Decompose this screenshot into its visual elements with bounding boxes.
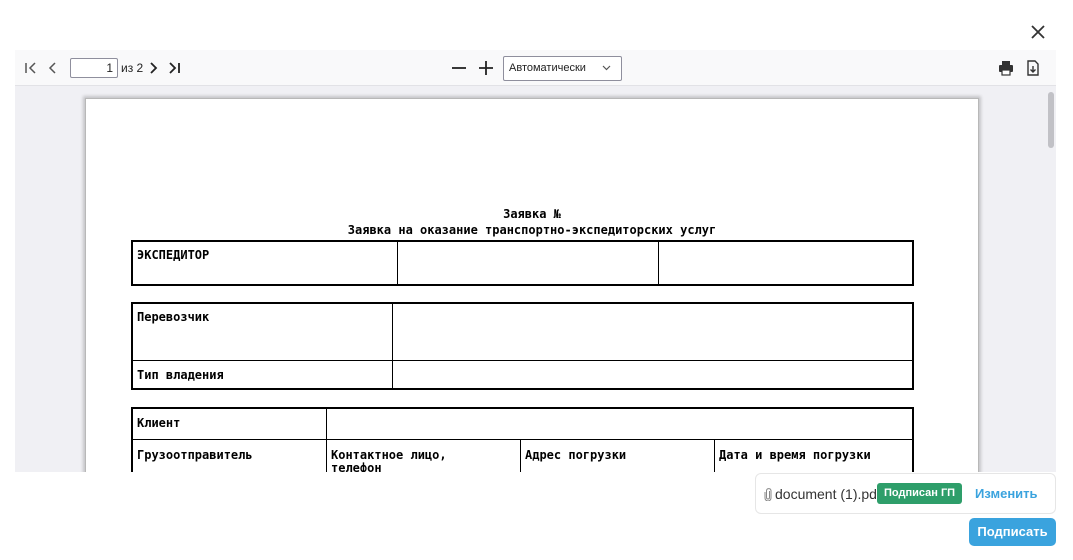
loading-datetime-label: Дата и время погрузки	[719, 448, 871, 462]
close-icon[interactable]	[1028, 22, 1048, 42]
zoom-out-icon[interactable]	[450, 59, 468, 77]
carrier-table: Перевозчик Тип владения	[131, 302, 914, 390]
client-table: Клиент Грузоотправитель Контактное лицо,…	[131, 407, 914, 472]
download-icon[interactable]	[1024, 59, 1042, 77]
next-page-icon[interactable]	[144, 59, 162, 77]
document-subheading: Заявка на оказание транспортно-экспедито…	[347, 223, 717, 237]
pdf-viewer: из 2 Автоматически	[15, 50, 1056, 472]
document-heading: Заявка №	[503, 207, 561, 221]
document-modal: из 2 Автоматически	[0, 0, 1073, 560]
page-count: из 2	[121, 61, 144, 75]
file-name[interactable]: document (1).pdf	[775, 486, 881, 502]
paperclip-icon	[764, 488, 772, 501]
print-icon[interactable]	[997, 59, 1015, 77]
contact-label-line-2: телефон	[331, 461, 382, 473]
pdf-toolbar: из 2 Автоматически	[15, 50, 1056, 86]
attached-file: document (1).pdf Подписан ГП Изменить	[755, 473, 1056, 514]
forwarder-table: ЭКСПЕДИТОР	[131, 240, 914, 286]
sign-button[interactable]: Подписать	[969, 518, 1056, 546]
forwarder-label: ЭКСПЕДИТОР	[137, 248, 210, 262]
zoom-in-icon[interactable]	[477, 59, 495, 77]
status-badge: Подписан ГП	[877, 483, 963, 504]
pdf-scroll-area[interactable]: Заявка № Заявка на оказание транспортно-…	[15, 87, 1056, 472]
pdf-page: Заявка № Заявка на оказание транспортно-…	[85, 98, 979, 472]
last-page-icon[interactable]	[166, 59, 184, 77]
previous-page-icon[interactable]	[44, 59, 62, 77]
change-file-link[interactable]: Изменить	[975, 486, 1038, 501]
first-page-icon[interactable]	[22, 59, 40, 77]
ownership-label: Тип владения	[137, 368, 224, 382]
zoom-select[interactable]: Автоматически	[503, 56, 622, 81]
page-number-input[interactable]	[70, 58, 118, 78]
carrier-label: Перевозчик	[137, 310, 210, 324]
client-label: Клиент	[137, 416, 181, 430]
loading-address-label: Адрес погрузки	[525, 448, 627, 462]
chevron-down-icon	[602, 65, 611, 71]
shipper-label: Грузоотправитель	[137, 448, 253, 462]
zoom-select-value: Автоматически	[509, 62, 586, 74]
scrollbar-thumb[interactable]	[1048, 92, 1054, 148]
